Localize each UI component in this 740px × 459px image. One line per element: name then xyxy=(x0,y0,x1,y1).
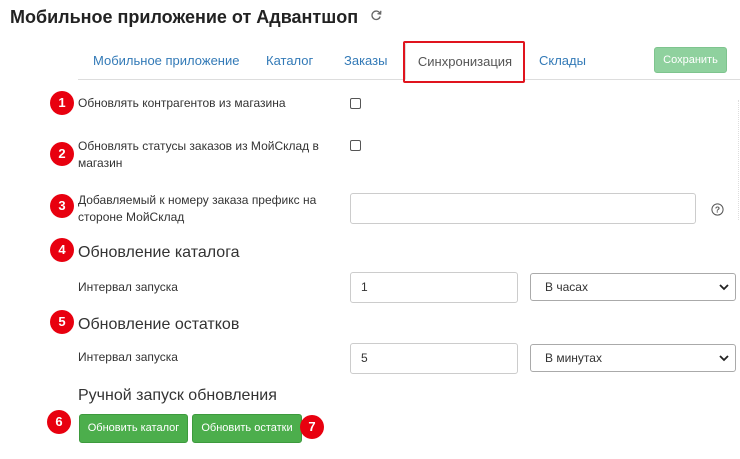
tab-orders[interactable]: Заказы xyxy=(344,53,387,68)
svg-text:?: ? xyxy=(715,205,720,215)
tab-warehouses[interactable]: Склады xyxy=(539,53,586,68)
chevron-down-icon xyxy=(719,284,729,291)
tab-sync-label: Синхронизация xyxy=(417,54,513,69)
annotation-badge-6: 6 xyxy=(47,410,71,434)
tab-sync[interactable]: Синхронизация xyxy=(405,42,525,80)
update-contractors-label: Обновлять контрагентов из магазина xyxy=(78,96,286,110)
catalog-interval-label: Интервал запуска xyxy=(78,280,178,294)
manual-update-title: Ручной запуск обновления xyxy=(78,387,277,404)
stock-update-title: Обновление остатков xyxy=(78,316,240,333)
prefix-input[interactable] xyxy=(350,193,696,224)
annotation-badge-5: 5 xyxy=(50,310,74,334)
help-icon[interactable]: ? xyxy=(711,203,724,216)
save-button[interactable]: Сохранить xyxy=(654,47,727,73)
annotation-badge-1: 1 xyxy=(50,91,74,115)
page-title: Мобильное приложение от Адвантшоп xyxy=(10,7,359,27)
catalog-update-title: Обновление каталога xyxy=(78,244,240,261)
stock-interval-unit-select[interactable]: В минутах xyxy=(530,344,736,372)
stock-interval-label: Интервал запуска xyxy=(78,350,178,364)
annotation-badge-2: 2 xyxy=(50,142,74,166)
update-contractors-checkbox[interactable] xyxy=(350,98,361,109)
stock-interval-unit-value: В минутах xyxy=(545,351,602,365)
annotation-badge-4: 4 xyxy=(50,238,74,262)
refresh-icon[interactable] xyxy=(370,9,382,21)
catalog-interval-input[interactable]: 1 xyxy=(350,272,518,303)
annotation-badge-3: 3 xyxy=(50,194,74,218)
settings-tabs: Мобильное приложение Каталог Заказы Синх… xyxy=(78,42,740,80)
catalog-interval-unit-select[interactable]: В часах xyxy=(530,273,736,301)
tab-catalog[interactable]: Каталог xyxy=(266,53,313,68)
update-statuses-label: Обновлять статусы заказов из МойСклад в … xyxy=(78,139,319,170)
tab-mobile-app[interactable]: Мобильное приложение xyxy=(93,53,239,68)
catalog-interval-unit-value: В часах xyxy=(545,280,588,294)
stock-interval-input[interactable]: 5 xyxy=(350,343,518,374)
update-stock-button[interactable]: Обновить остатки xyxy=(192,414,302,443)
annotation-badge-7: 7 xyxy=(300,415,324,439)
chevron-down-icon xyxy=(719,355,729,362)
update-statuses-checkbox[interactable] xyxy=(350,140,361,151)
update-catalog-button[interactable]: Обновить каталог xyxy=(79,414,188,443)
prefix-label: Добавляемый к номеру заказа префикс на с… xyxy=(78,193,317,224)
